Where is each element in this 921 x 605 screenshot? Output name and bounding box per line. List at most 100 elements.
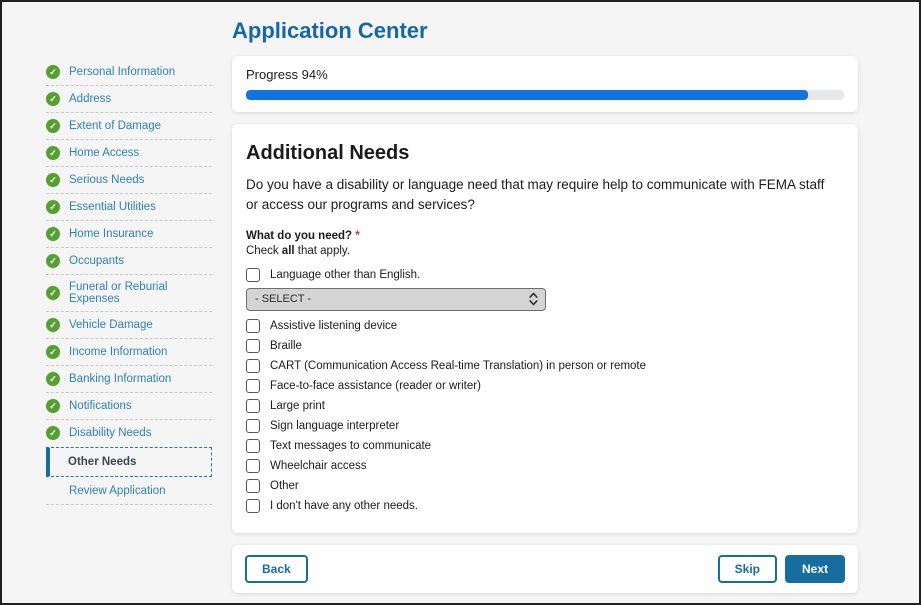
checkbox-row-language-other-than-english: Language other than English.: [246, 268, 844, 282]
checkbox-label[interactable]: CART (Communication Access Real-time Tra…: [270, 360, 646, 372]
sidebar-item-banking-information[interactable]: ✓ Banking Information: [46, 366, 212, 393]
check-circle-icon: ✓: [46, 200, 60, 214]
check-circle-icon: ✓: [46, 286, 60, 300]
sidebar-item-label: Occupants: [69, 255, 124, 267]
sidebar-item-label: Serious Needs: [69, 174, 144, 186]
sidebar-item-notifications[interactable]: ✓ Notifications: [46, 393, 212, 420]
sidebar-item-disability-needs[interactable]: ✓ Disability Needs: [46, 420, 212, 446]
sidebar-item-label: Income Information: [69, 346, 167, 358]
checkbox-label[interactable]: Braille: [270, 340, 302, 352]
sidebar-item-label: Banking Information: [69, 373, 171, 385]
checkbox-label[interactable]: Assistive listening device: [270, 320, 397, 332]
checkbox-label[interactable]: Sign language interpreter: [270, 420, 399, 432]
checkbox-label[interactable]: Language other than English.: [270, 269, 420, 281]
language-select-wrapper: - SELECT -: [246, 288, 546, 311]
page-layout: ✓ Personal Information ✓ Address ✓ Exten…: [2, 2, 919, 603]
form-actions-bar: Back Skip Next: [232, 545, 858, 593]
next-button[interactable]: Next: [785, 555, 845, 583]
sidebar-item-home-access[interactable]: ✓ Home Access: [46, 140, 212, 167]
checkbox[interactable]: [246, 319, 260, 333]
sidebar-item-vehicle-damage[interactable]: ✓ Vehicle Damage: [46, 312, 212, 339]
checkbox[interactable]: [246, 359, 260, 373]
sidebar-item-label: Essential Utilities: [69, 201, 156, 213]
question-text: What do you need?: [246, 230, 352, 242]
sidebar-item-label: Disability Needs: [69, 427, 151, 439]
sidebar-item-label: Other Needs: [68, 456, 136, 468]
progress-label: Progress 94%: [246, 67, 844, 82]
page-title: Application Center: [232, 18, 858, 44]
sidebar-item-personal-information[interactable]: ✓ Personal Information: [46, 59, 212, 86]
checkbox-row-i-don-t-have-any-other-needs: I don't have any other needs.: [246, 499, 844, 513]
sidebar-item-label: Notifications: [69, 400, 132, 412]
checkbox[interactable]: [246, 268, 260, 282]
checkbox-row-assistive-listening-device: Assistive listening device: [246, 319, 844, 333]
sidebar-item-label: Extent of Damage: [69, 120, 161, 132]
hint-bold: all: [282, 245, 295, 257]
options-before-select: Language other than English.: [246, 268, 844, 282]
actions-right-group: Skip Next: [718, 555, 845, 583]
check-circle-icon: ✓: [46, 119, 60, 133]
section-intro: Do you have a disability or language nee…: [246, 175, 838, 216]
sidebar-item-label: Address: [69, 93, 111, 105]
checkbox-row-other: Other: [246, 479, 844, 493]
check-circle-icon: ✓: [46, 92, 60, 106]
check-circle-icon: ✓: [46, 227, 60, 241]
progress-track: [246, 90, 844, 100]
options-after-select: Assistive listening device Braille CART …: [246, 319, 844, 513]
checkbox[interactable]: [246, 379, 260, 393]
sidebar-item-funeral-or-reburial-expenses[interactable]: ✓ Funeral or Reburial Expenses: [46, 275, 212, 312]
checkbox-row-text-messages-to-communicate: Text messages to communicate: [246, 439, 844, 453]
checkbox[interactable]: [246, 399, 260, 413]
check-circle-icon: ✓: [46, 318, 60, 332]
progress-fill: [246, 90, 808, 100]
check-circle-icon: ✓: [46, 254, 60, 268]
checkbox[interactable]: [246, 439, 260, 453]
sidebar-item-label: Funeral or Reburial Expenses: [69, 281, 212, 305]
checkbox-row-cart-communication-access-real-time-translation-in-person-or-remote: CART (Communication Access Real-time Tra…: [246, 359, 844, 373]
sidebar-item-label: Personal Information: [69, 66, 175, 78]
sidebar-item-essential-utilities[interactable]: ✓ Essential Utilities: [46, 194, 212, 221]
skip-button[interactable]: Skip: [718, 555, 777, 583]
checkbox-label[interactable]: Large print: [270, 400, 325, 412]
language-select[interactable]: - SELECT -: [246, 288, 546, 311]
checkbox-row-wheelchair-access: Wheelchair access: [246, 459, 844, 473]
check-circle-icon: ✓: [46, 173, 60, 187]
question-hint: Check all that apply.: [246, 245, 844, 257]
sidebar: ✓ Personal Information ✓ Address ✓ Exten…: [46, 59, 212, 603]
checkbox[interactable]: [246, 419, 260, 433]
checkbox[interactable]: [246, 499, 260, 513]
check-circle-icon: ✓: [46, 426, 60, 440]
hint-suffix: that apply.: [295, 245, 350, 257]
sidebar-item-address[interactable]: ✓ Address: [46, 86, 212, 113]
back-button[interactable]: Back: [245, 555, 308, 583]
checkbox-row-braille: Braille: [246, 339, 844, 353]
question-label: What do you need? *: [246, 230, 844, 242]
check-circle-icon: ✓: [46, 345, 60, 359]
sidebar-item-label: Review Application: [69, 485, 166, 497]
sidebar-item-income-information[interactable]: ✓ Income Information: [46, 339, 212, 366]
checkbox[interactable]: [246, 479, 260, 493]
sidebar-item-occupants[interactable]: ✓ Occupants: [46, 248, 212, 275]
checkbox-row-face-to-face-assistance-reader-or-writer: Face-to-face assistance (reader or write…: [246, 379, 844, 393]
checkbox[interactable]: [246, 459, 260, 473]
additional-needs-card: Additional Needs Do you have a disabilit…: [232, 124, 858, 533]
checkbox-label[interactable]: Other: [270, 480, 299, 492]
checkbox-label[interactable]: Wheelchair access: [270, 460, 367, 472]
required-asterisk: *: [355, 230, 359, 242]
section-heading: Additional Needs: [246, 142, 844, 165]
sidebar-item-extent-of-damage[interactable]: ✓ Extent of Damage: [46, 113, 212, 140]
sidebar-item-serious-needs[interactable]: ✓ Serious Needs: [46, 167, 212, 194]
check-circle-icon: ✓: [46, 372, 60, 386]
sidebar-item-home-insurance[interactable]: ✓ Home Insurance: [46, 221, 212, 248]
checkbox[interactable]: [246, 339, 260, 353]
hint-prefix: Check: [246, 245, 282, 257]
sidebar-nav: ✓ Personal Information ✓ Address ✓ Exten…: [46, 59, 212, 505]
sidebar-item-label: Home Access: [69, 147, 139, 159]
checkbox-label[interactable]: Face-to-face assistance (reader or write…: [270, 380, 481, 392]
progress-card: Progress 94%: [232, 56, 858, 112]
checkbox-row-sign-language-interpreter: Sign language interpreter: [246, 419, 844, 433]
sidebar-item-label: Vehicle Damage: [69, 319, 153, 331]
checkbox-label[interactable]: I don't have any other needs.: [270, 500, 418, 512]
sidebar-item-review-application[interactable]: Review Application: [46, 478, 212, 505]
checkbox-label[interactable]: Text messages to communicate: [270, 440, 431, 452]
